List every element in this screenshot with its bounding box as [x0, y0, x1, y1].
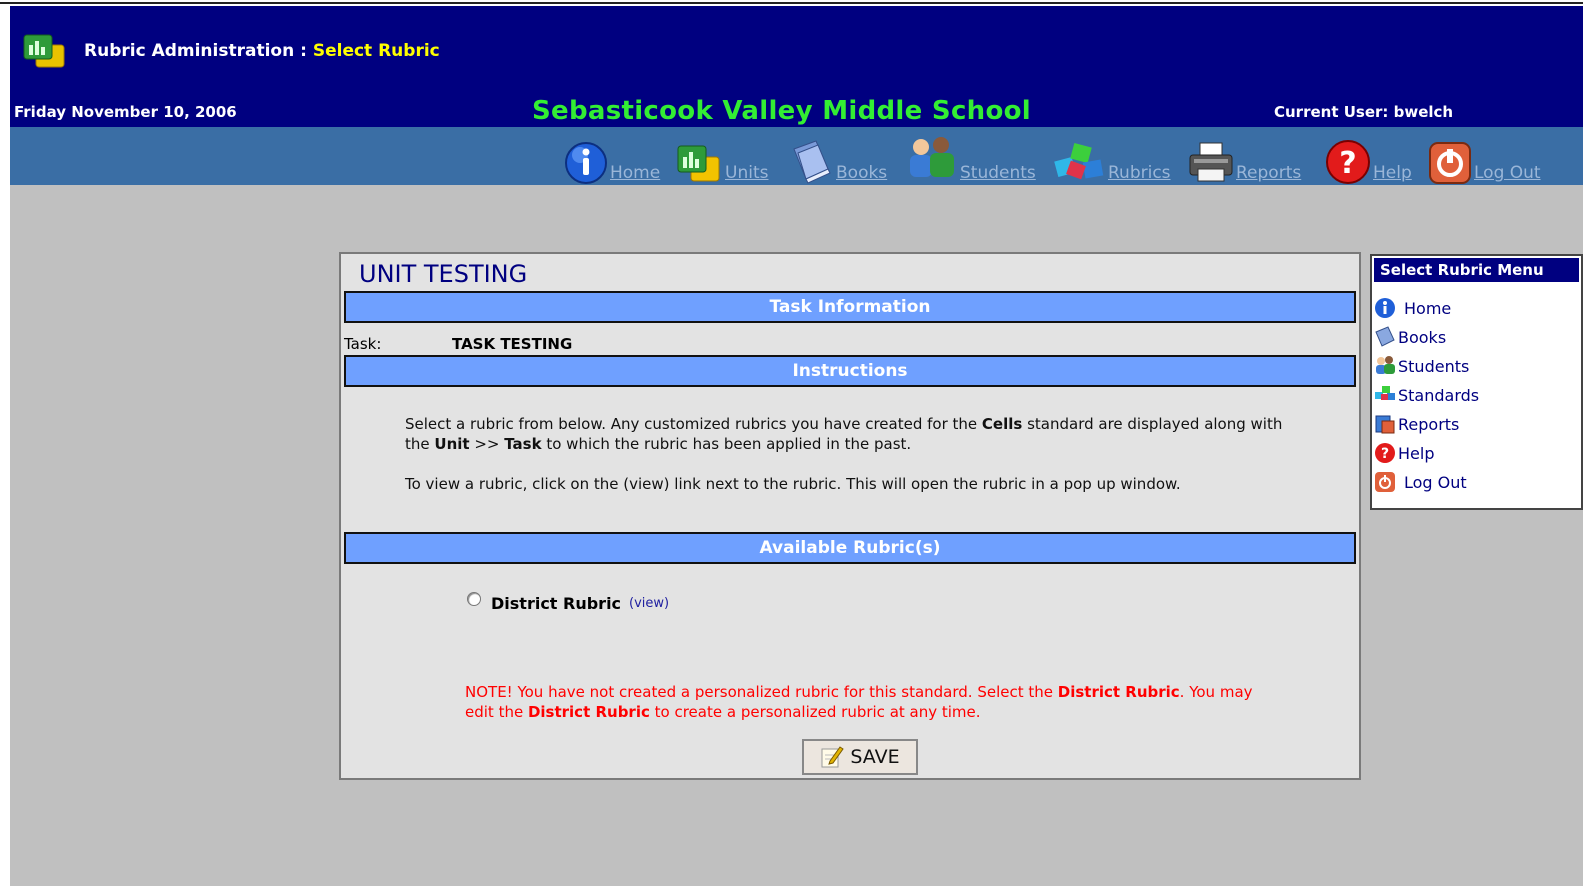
note-text: NOTE! You have not created a personalize…: [465, 683, 1058, 701]
side-item-standards[interactable]: Standards: [1374, 383, 1479, 407]
instructions-paragraph-1: Select a rubric from below. Any customiz…: [405, 414, 1285, 454]
side-menu-title: Select Rubric Menu: [1374, 258, 1579, 282]
side-item-label: Standards: [1398, 385, 1480, 405]
nav-rubrics[interactable]: Rubrics: [1054, 129, 1171, 185]
help-icon: ?: [1326, 140, 1370, 184]
side-item-label: Students: [1398, 356, 1470, 376]
help-icon: ?: [1375, 443, 1395, 463]
view-rubric-link[interactable]: (view): [629, 596, 669, 611]
rubric-name: District Rubric: [491, 594, 622, 613]
nav-help[interactable]: ? Help: [1325, 129, 1412, 185]
side-item-help[interactable]: ? Help: [1374, 441, 1434, 465]
side-item-label: Books: [1398, 327, 1447, 347]
nav-students[interactable]: Students: [906, 129, 1036, 185]
select-rubric-menu: Select Rubric Menu Home Books Students S…: [1370, 254, 1583, 510]
rubric-option-district: District Rubric (view): [467, 591, 669, 613]
page-title: Rubric Administration : Select Rubric: [84, 41, 440, 61]
instructions-header: Instructions: [344, 355, 1356, 387]
svg-text:?: ?: [1339, 146, 1356, 181]
svg-text:?: ?: [1381, 446, 1389, 462]
task-row: Task: TASK TESTING: [344, 333, 1356, 355]
nav-help-label: Help: [1373, 163, 1412, 183]
info-icon: [1375, 298, 1395, 318]
note-message: NOTE! You have not created a personalize…: [465, 682, 1255, 722]
task-information-header: Task Information: [344, 291, 1356, 323]
side-item-label: Help: [1398, 443, 1435, 463]
nav-home-label: Home: [610, 163, 661, 183]
task-word: Task: [504, 435, 542, 453]
books-icon: [1375, 326, 1395, 347]
nav-books[interactable]: Books: [788, 129, 887, 185]
note-text: to create a personalized rubric at any t…: [649, 703, 981, 721]
page-title-prefix: Rubric Administration :: [84, 41, 313, 61]
students-icon: [1376, 356, 1395, 374]
app-window: Rubric Administration : Select Rubric Fr…: [10, 6, 1583, 886]
side-item-label: Log Out: [1404, 472, 1467, 492]
school-name: Sebasticook Valley Middle School: [532, 96, 1032, 126]
instructions-paragraph-2: To view a rubric, click on the (view) li…: [405, 475, 1181, 493]
nav-home[interactable]: Home: [564, 129, 660, 185]
standard-name: Cells: [981, 415, 1023, 433]
nav-units[interactable]: Units: [675, 129, 768, 185]
standards-icon: [1375, 386, 1395, 400]
rubric-radio[interactable]: [467, 591, 481, 606]
students-icon: [910, 137, 954, 177]
task-value: TASK TESTING: [452, 335, 573, 353]
unit-word: Unit: [434, 435, 470, 453]
printer-icon: [1189, 142, 1233, 182]
save-button-label: SAVE: [850, 746, 900, 768]
side-item-students[interactable]: Students: [1374, 354, 1469, 378]
side-item-books[interactable]: Books: [1374, 325, 1446, 349]
instr-text: to which the rubric has been applied in …: [541, 435, 912, 453]
current-date: Friday November 10, 2006: [14, 103, 237, 121]
note-bold: District Rubric: [527, 703, 650, 721]
nav-reports-label: Reports: [1236, 163, 1302, 183]
nav-reports[interactable]: Reports: [1188, 129, 1301, 185]
instructions-text: Select a rubric from below. Any customiz…: [405, 414, 1285, 514]
save-button[interactable]: SAVE: [802, 739, 918, 775]
books-icon: [793, 140, 831, 184]
current-user: Current User: bwelch: [1274, 103, 1454, 121]
side-item-logout[interactable]: Log Out: [1374, 470, 1467, 494]
nav-books-label: Books: [836, 163, 888, 183]
rubric-app-icon: [22, 33, 68, 69]
page-title-row: Rubric Administration : Select Rubric: [22, 33, 440, 69]
side-item-reports[interactable]: Reports: [1374, 412, 1459, 436]
nav-students-label: Students: [960, 163, 1036, 183]
window-top-border: [0, 2, 1583, 4]
edit-icon: [821, 746, 845, 768]
available-rubrics-header: Available Rubric(s): [344, 532, 1356, 564]
side-item-label: Reports: [1398, 414, 1460, 434]
nav-rubrics-label: Rubrics: [1108, 163, 1171, 183]
rubric-panel: UNIT TESTING Task Information Task: TASK…: [339, 252, 1361, 780]
instr-text: Select a rubric from below. Any customiz…: [405, 415, 982, 433]
page-title-highlight: Select Rubric: [312, 41, 440, 61]
nav-logout-label: Log Out: [1474, 163, 1541, 183]
main-nav: Home Units Books Students Rubrics Report…: [10, 127, 1583, 185]
power-icon: [1429, 142, 1471, 184]
reports-icon: [1375, 415, 1395, 434]
side-item-label: Home: [1404, 298, 1452, 318]
power-icon: [1375, 472, 1395, 492]
info-icon: [565, 142, 607, 184]
unit-title: UNIT TESTING: [359, 260, 528, 288]
side-item-home[interactable]: Home: [1374, 296, 1451, 320]
rubrics-icon: [1054, 142, 1104, 180]
units-icon: [677, 145, 720, 182]
note-bold: District Rubric: [1057, 683, 1180, 701]
header-bar: Rubric Administration : Select Rubric Fr…: [10, 6, 1583, 127]
task-label: Task:: [344, 335, 382, 353]
nav-logout[interactable]: Log Out: [1428, 129, 1541, 185]
nav-units-label: Units: [725, 163, 769, 183]
instr-text: >>: [469, 435, 505, 453]
